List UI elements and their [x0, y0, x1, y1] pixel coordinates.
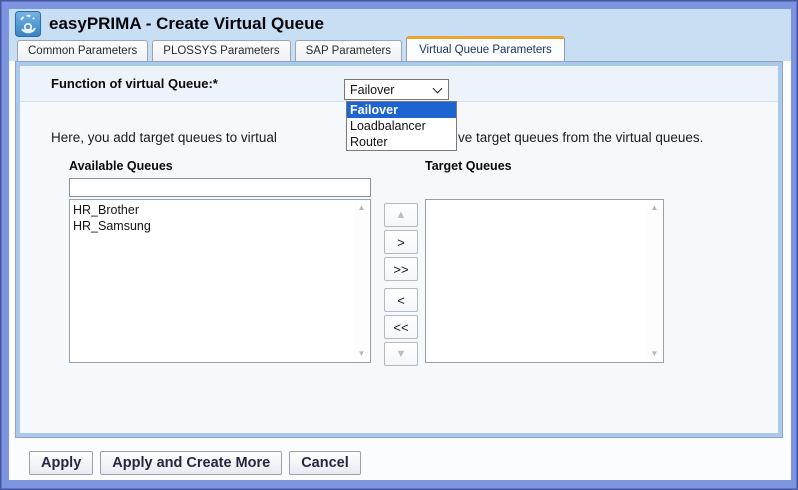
dropdown-option-loadbalancer[interactable]: Loadbalancer — [347, 118, 456, 134]
chevron-down-icon — [432, 83, 443, 94]
scrollbar[interactable]: ▲ ▼ — [647, 201, 662, 361]
move-all-left-button[interactable]: << — [384, 315, 418, 339]
scrollbar[interactable]: ▲ ▼ — [354, 201, 369, 361]
available-queues-filter-input[interactable] — [69, 178, 371, 197]
dropdown-option-router[interactable]: Router — [347, 134, 456, 150]
scroll-down-icon[interactable]: ▼ — [651, 350, 659, 358]
available-queues-list[interactable]: HR_Brother HR_Samsung ▲ ▼ — [69, 199, 371, 363]
move-right-button[interactable]: > — [384, 230, 418, 254]
move-down-button[interactable]: ▼ — [384, 342, 418, 366]
dropdown-option-failover[interactable]: Failover — [347, 102, 456, 118]
apply-button[interactable]: Apply — [29, 451, 94, 475]
page-title: easyPRIMA - Create Virtual Queue — [49, 14, 324, 33]
tab-bar: Common Parameters PLOSSYS Parameters SAP… — [17, 36, 565, 61]
description-text-right: ve target queues from the virtual queues… — [458, 130, 704, 145]
target-queues-label: Target Queues — [425, 159, 512, 173]
move-left-button[interactable]: < — [384, 288, 418, 312]
move-up-button[interactable]: ▲ — [384, 203, 418, 227]
footer-button-bar: Apply Apply and Create More Cancel — [29, 451, 361, 475]
window-frame: easyPRIMA - Create Virtual Queue Common … — [0, 0, 798, 490]
cancel-button[interactable]: Cancel — [289, 451, 361, 475]
list-item[interactable]: HR_Brother — [70, 200, 370, 218]
virtual-queue-parameters-panel: Function of virtual Queue:* Failover Fai… — [15, 61, 783, 438]
function-select-value: Failover — [350, 83, 395, 97]
title-bar: easyPRIMA - Create Virtual Queue Common … — [9, 9, 791, 61]
available-queues-label: Available Queues — [69, 159, 173, 173]
move-all-right-button[interactable]: >> — [384, 257, 418, 281]
function-select-dropdown: Failover Loadbalancer Router — [346, 101, 457, 151]
scroll-up-icon[interactable]: ▲ — [651, 204, 659, 212]
scroll-up-icon[interactable]: ▲ — [358, 204, 366, 212]
function-select[interactable]: Failover — [344, 79, 449, 100]
panel-content: Function of virtual Queue:* Failover Fai… — [20, 66, 778, 433]
window: easyPRIMA - Create Virtual Queue Common … — [9, 9, 791, 480]
function-row: Function of virtual Queue:* Failover — [20, 66, 778, 102]
app-icon — [15, 11, 41, 37]
description-text-left: Here, you add target queues to virtual — [51, 130, 277, 145]
tab-plossys-parameters[interactable]: PLOSSYS Parameters — [152, 40, 291, 61]
tab-common-parameters[interactable]: Common Parameters — [17, 40, 149, 61]
tab-virtual-queue-parameters[interactable]: Virtual Queue Parameters — [406, 36, 565, 61]
apply-and-create-more-button[interactable]: Apply and Create More — [100, 451, 283, 475]
tab-sap-parameters[interactable]: SAP Parameters — [294, 40, 403, 61]
list-item[interactable]: HR_Samsung — [70, 218, 370, 234]
target-queues-list[interactable]: ▲ ▼ — [425, 199, 664, 363]
scroll-down-icon[interactable]: ▼ — [358, 350, 366, 358]
function-of-virtual-queue-label: Function of virtual Queue:* — [51, 76, 218, 91]
